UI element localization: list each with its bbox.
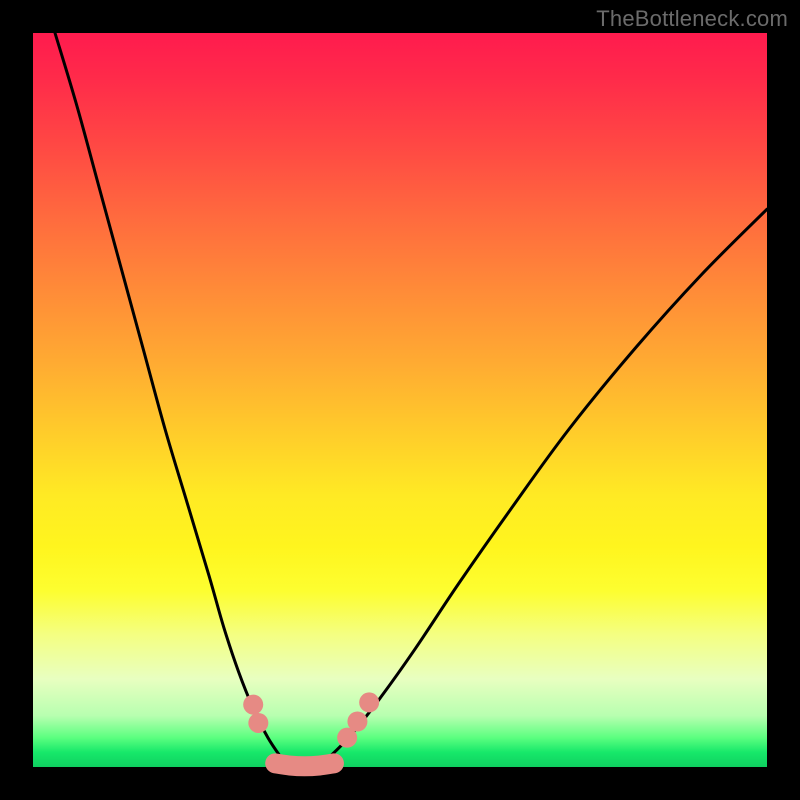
chart-frame: TheBottleneck.com <box>0 0 800 800</box>
watermark-text: TheBottleneck.com <box>596 6 788 32</box>
plot-area <box>33 33 767 767</box>
valley-floor-segment <box>275 763 334 766</box>
right-curve <box>327 209 767 760</box>
data-marker <box>243 695 263 715</box>
curves-svg <box>33 33 767 767</box>
data-marker <box>248 713 268 733</box>
marker-group <box>243 692 379 747</box>
left-curve <box>55 33 283 760</box>
data-marker <box>359 692 379 712</box>
data-marker <box>347 711 367 731</box>
